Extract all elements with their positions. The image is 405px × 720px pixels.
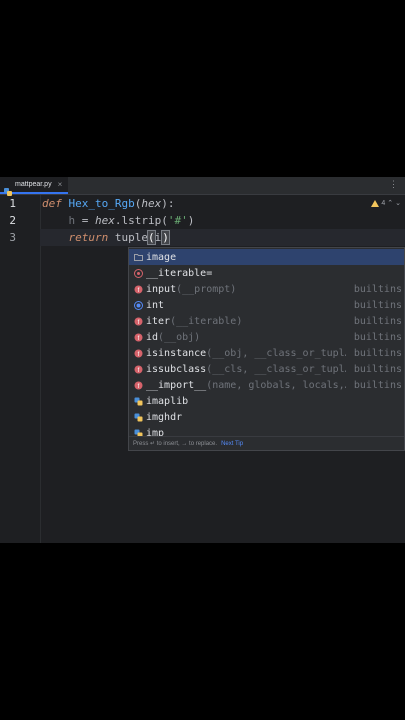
- completion-signature: (__obj, __class_or_tupl…: [206, 347, 347, 359]
- completion-source: builtins: [353, 379, 402, 391]
- completion-label: imaplib: [146, 395, 189, 407]
- completion-label: iter: [146, 315, 171, 327]
- completion-item[interactable]: f id (__obj) builtins: [129, 329, 404, 345]
- completion-footer: Press ↵ to insert, → to replace. Next Ti…: [129, 436, 404, 450]
- warning-count: 4: [381, 199, 386, 207]
- code-line-3: return tuple(i): [42, 230, 170, 245]
- function-icon: f: [134, 285, 143, 294]
- parameter: hex: [141, 197, 162, 210]
- typed-text: i: [154, 231, 162, 244]
- parameter-ref: hex: [95, 214, 115, 227]
- completion-signature: (__prompt): [176, 283, 237, 295]
- code-line-1: def Hex_to_Rgb(hex):: [42, 197, 174, 210]
- python-module-icon: [134, 397, 143, 406]
- folder-icon: [134, 253, 143, 262]
- more-options-icon[interactable]: ⋮: [389, 179, 398, 190]
- operator: =: [75, 214, 95, 227]
- warning-icon: [371, 199, 380, 207]
- completion-hint: Press ↵ to insert, → to replace.: [133, 441, 218, 447]
- completion-signature: (__iterable): [170, 315, 243, 327]
- completion-signature: (__obj): [158, 331, 201, 343]
- completion-label: imghdr: [146, 411, 183, 423]
- python-module-icon: [134, 413, 143, 422]
- completion-label: image: [146, 251, 177, 263]
- completion-item[interactable]: f issubclass (__cls, __class_or_tupl… bui…: [129, 361, 404, 377]
- editor-tab[interactable]: mattpear.py ×: [0, 177, 69, 196]
- function-icon: f: [134, 365, 143, 374]
- completion-source: builtins: [353, 299, 402, 311]
- completion-signature: (name, globals, locals,…: [206, 379, 347, 391]
- keyword: def: [42, 197, 62, 210]
- code-completion-popup: image __iterable= f input (__prompt) buil…: [128, 247, 405, 451]
- chevron-down-icon[interactable]: ⌄: [395, 199, 401, 207]
- inspection-widget[interactable]: 4 ⌃ ⌄: [371, 199, 401, 207]
- close-tab-icon[interactable]: ×: [58, 180, 63, 189]
- line-number: 3: [9, 231, 16, 244]
- completion-source: builtins: [353, 363, 402, 375]
- completion-item[interactable]: image: [129, 249, 404, 265]
- completion-label: input: [146, 283, 177, 295]
- completion-label: __import__: [146, 379, 207, 391]
- completion-item[interactable]: __iterable=: [129, 265, 404, 281]
- completion-source: builtins: [353, 283, 402, 295]
- bracket-match: (: [147, 230, 156, 245]
- line-number: 1: [9, 197, 16, 210]
- completion-label: int: [146, 299, 165, 311]
- completion-item[interactable]: f isinstance (__obj, __class_or_tupl… bui…: [129, 345, 404, 361]
- chevron-up-icon[interactable]: ⌃: [387, 199, 393, 207]
- python-file-icon: [4, 181, 12, 196]
- completion-item[interactable]: imghdr: [129, 409, 404, 425]
- completion-item[interactable]: f input (__prompt) builtins: [129, 281, 404, 297]
- completion-label: id: [146, 331, 159, 343]
- function-icon: f: [134, 381, 143, 390]
- function-icon: f: [134, 349, 143, 358]
- function-icon: f: [134, 317, 143, 326]
- builtin-call: tuple: [114, 231, 148, 244]
- completion-source: builtins: [353, 331, 402, 343]
- completion-source: builtins: [353, 315, 402, 327]
- method-call: .lstrip(: [114, 214, 168, 227]
- punctuation: ):: [161, 197, 175, 210]
- function-name: Hex_to_Rgb: [68, 197, 135, 210]
- line-number: 2: [9, 214, 16, 227]
- punctuation: ): [187, 214, 195, 227]
- completion-item[interactable]: f __import__ (name, globals, locals,… bui…: [129, 377, 404, 393]
- string-literal: '#': [167, 214, 188, 227]
- function-icon: f: [134, 333, 143, 342]
- completion-source: builtins: [353, 347, 402, 359]
- class-icon: [134, 300, 143, 310]
- completion-label: issubclass: [146, 363, 207, 375]
- completion-item[interactable]: imaplib: [129, 393, 404, 409]
- code-line-2: h = hex.lstrip('#'): [42, 214, 195, 227]
- next-tip-link[interactable]: Next Tip: [221, 441, 243, 447]
- bracket-match: ): [161, 230, 170, 245]
- completion-item[interactable]: int builtins: [129, 297, 404, 313]
- completion-label: isinstance: [146, 347, 207, 359]
- line-number-gutter: 1 2 3: [0, 195, 41, 543]
- parameter-icon: [134, 268, 143, 278]
- tab-filename: mattpear.py: [15, 181, 52, 188]
- keyword: return: [68, 231, 109, 244]
- completion-signature: (__cls, __class_or_tupl…: [206, 363, 347, 375]
- completion-label: __iterable=: [146, 267, 213, 279]
- completion-item[interactable]: f iter (__iterable) builtins: [129, 313, 404, 329]
- editor-tab-bar: mattpear.py × ⋮: [0, 177, 405, 196]
